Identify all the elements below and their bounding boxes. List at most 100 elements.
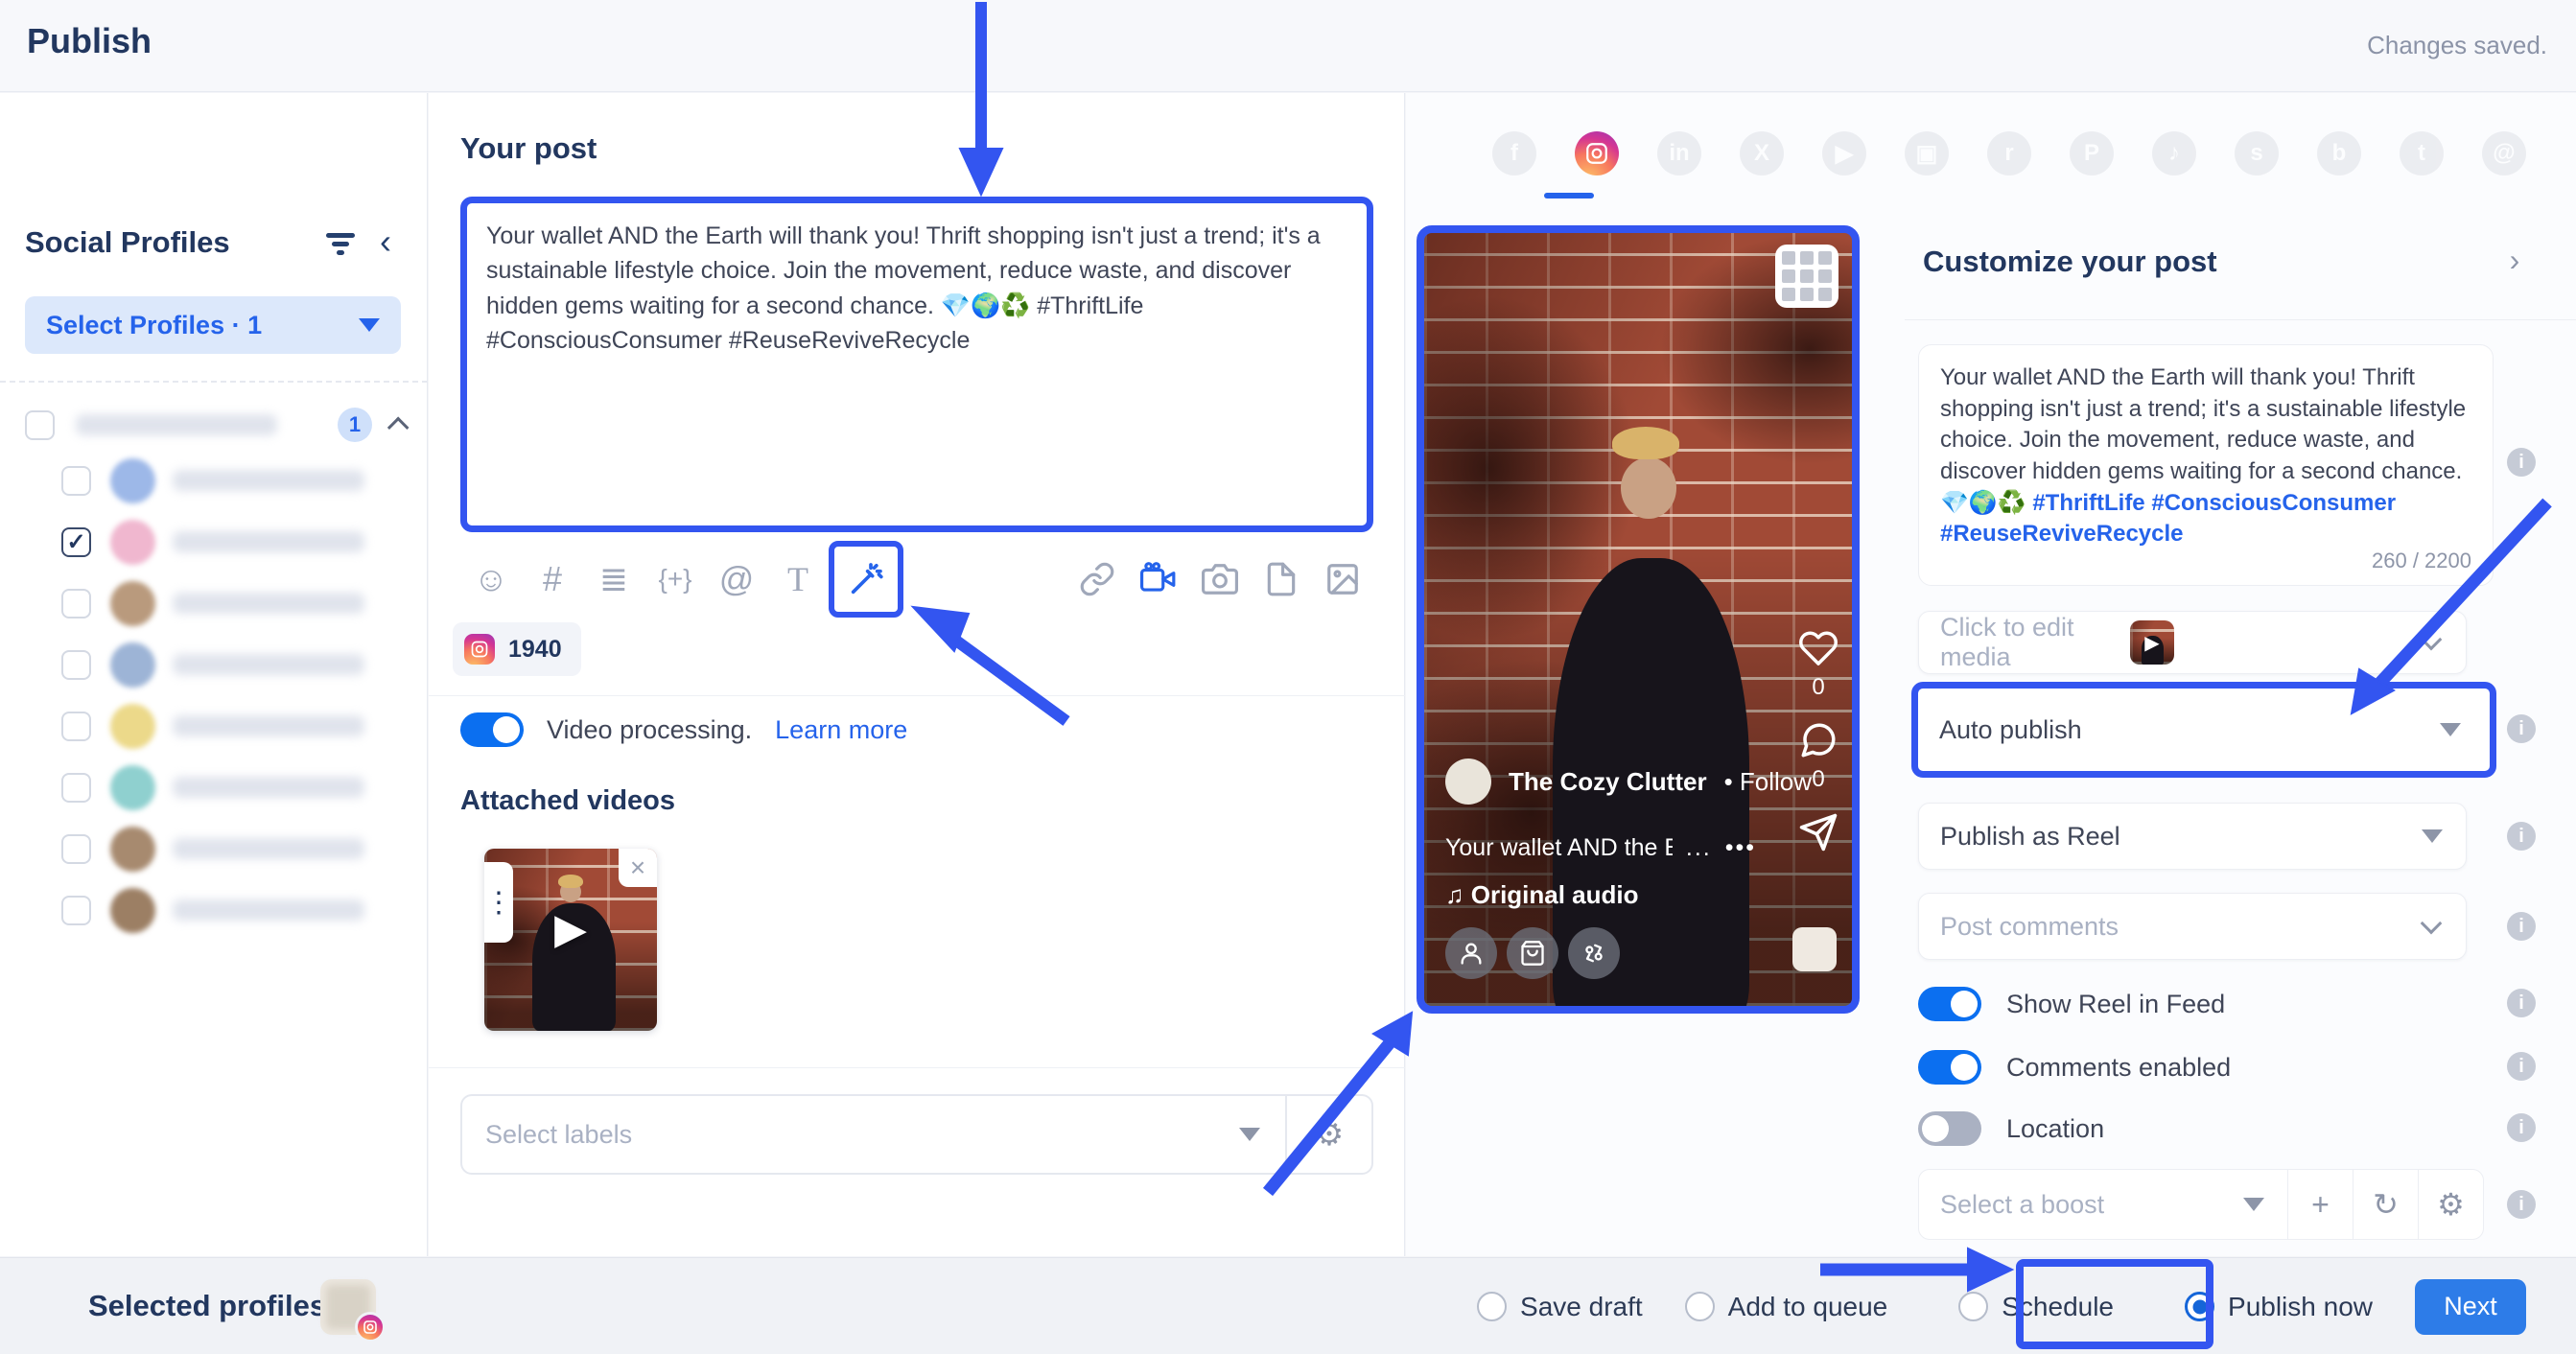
tab-reddit-icon[interactable]: r bbox=[1987, 131, 2031, 175]
save-draft-option[interactable]: Save draft bbox=[1477, 1292, 1643, 1322]
selected-profile-avatar[interactable] bbox=[320, 1279, 376, 1335]
play-icon[interactable]: ▶ bbox=[554, 904, 587, 953]
tab-tumblr-icon[interactable]: t bbox=[2400, 131, 2444, 175]
caption-ellipsis[interactable]: ... bbox=[1686, 834, 1712, 862]
learn-more-link[interactable]: Learn more bbox=[775, 715, 907, 745]
tab-facebook-icon[interactable]: f bbox=[1492, 131, 1536, 175]
profile-row[interactable]: ✓ bbox=[61, 879, 416, 941]
collapse-sidebar-icon[interactable]: ‹ bbox=[380, 222, 391, 262]
profile-checkbox[interactable]: ✓ bbox=[61, 773, 91, 803]
tab-snapchat-icon[interactable]: s bbox=[2235, 131, 2279, 175]
select-boost-placeholder[interactable]: Select a boost bbox=[1919, 1190, 2243, 1220]
avatar bbox=[110, 827, 155, 872]
social-profiles-sidebar: Social Profiles ‹ Select Profiles · 1 ✓ … bbox=[0, 93, 428, 1256]
snippet-icon[interactable]: ≣ bbox=[583, 549, 644, 610]
publish-as-reel-dropdown[interactable]: Publish as Reel bbox=[1918, 803, 2467, 870]
profile-row[interactable]: ✓ bbox=[61, 757, 416, 818]
select-profiles-dropdown[interactable]: Select Profiles · 1 bbox=[25, 296, 401, 354]
tab-x-icon[interactable]: X bbox=[1740, 131, 1784, 175]
profile-checkbox[interactable]: ✓ bbox=[61, 712, 91, 741]
tab-tiktok-icon[interactable]: ♪ bbox=[2152, 131, 2196, 175]
document-icon[interactable] bbox=[1251, 549, 1312, 610]
profile-checkbox[interactable]: ✓ bbox=[61, 589, 91, 619]
variable-icon[interactable]: {+} bbox=[644, 549, 706, 610]
attached-video-thumbnail[interactable]: ▶ × ⋮ bbox=[484, 849, 657, 1031]
mention-icon[interactable]: @ bbox=[706, 549, 767, 610]
more-menu-icon[interactable]: ••• bbox=[1725, 834, 1756, 862]
edit-media-dropdown[interactable]: Click to edit media ▶ bbox=[1918, 611, 2467, 674]
media-library-icon[interactable] bbox=[1312, 549, 1373, 610]
caption-textarea[interactable]: Your wallet AND the Earth will thank you… bbox=[467, 203, 1367, 373]
grid-view-icon[interactable] bbox=[1775, 245, 1838, 308]
sidebar-title: Social Profiles bbox=[25, 225, 230, 260]
profile-name-blurred bbox=[173, 654, 364, 675]
profile-row[interactable]: ✓ bbox=[61, 450, 416, 511]
group-count-badge: 1 bbox=[338, 408, 372, 442]
drag-handle-icon[interactable]: ⋮ bbox=[484, 862, 513, 943]
link-icon[interactable] bbox=[1066, 549, 1128, 610]
next-button[interactable]: Next bbox=[2415, 1279, 2526, 1335]
boost-settings-gear-icon[interactable]: ⚙ bbox=[2418, 1169, 2483, 1240]
profile-checkbox[interactable]: ✓ bbox=[61, 466, 91, 496]
reel-action-rail: 0 0 bbox=[1798, 628, 1838, 852]
profile-row[interactable]: ✓ bbox=[61, 695, 416, 757]
profile-row[interactable]: ✓ bbox=[61, 511, 416, 572]
publish-now-radio[interactable] bbox=[2185, 1292, 2214, 1321]
caption-snippet: Your wallet AND the Earth will bbox=[1445, 834, 1673, 862]
follow-button[interactable]: • Follow bbox=[1724, 767, 1812, 797]
profile-row[interactable]: ✓ bbox=[61, 634, 416, 695]
profile-checkbox[interactable]: ✓ bbox=[61, 650, 91, 680]
post-comments-dropdown[interactable]: Post comments bbox=[1918, 893, 2467, 960]
schedule-radio[interactable] bbox=[1958, 1292, 1988, 1321]
profile-checkbox[interactable]: ✓ bbox=[61, 896, 91, 925]
labels-settings-gear-icon[interactable]: ⚙ bbox=[1287, 1115, 1371, 1154]
tab-pinterest-icon[interactable]: P bbox=[2070, 131, 2114, 175]
tab-bluesky-icon[interactable]: b bbox=[2317, 131, 2361, 175]
filter-icon[interactable] bbox=[324, 233, 357, 258]
text-format-icon[interactable]: T bbox=[767, 549, 829, 610]
auto-publish-dropdown-highlight[interactable]: Auto publish bbox=[1911, 682, 2496, 778]
emoji-icon[interactable]: ☺ bbox=[460, 549, 522, 610]
customized-caption-box[interactable]: Your wallet AND the Earth will thank you… bbox=[1918, 344, 2494, 586]
ai-wand-icon-highlight[interactable] bbox=[829, 541, 903, 618]
magic-wand-icon bbox=[847, 560, 885, 598]
add-to-queue-radio[interactable] bbox=[1685, 1292, 1715, 1321]
tab-youtube-icon[interactable]: ▶ bbox=[1822, 131, 1866, 175]
profile-checkbox[interactable]: ✓ bbox=[61, 527, 91, 557]
schedule-option[interactable]: Schedule bbox=[1958, 1292, 2114, 1322]
video-processing-toggle[interactable] bbox=[460, 712, 524, 747]
profile-row[interactable]: ✓ bbox=[61, 572, 416, 634]
location-toggle[interactable] bbox=[1918, 1111, 1981, 1146]
group-checkbox[interactable]: ✓ bbox=[25, 410, 55, 440]
tab-linkedin-icon[interactable]: in bbox=[1657, 131, 1701, 175]
camera-icon[interactable] bbox=[1189, 549, 1251, 610]
media-thumbnail[interactable]: ▶ bbox=[2130, 620, 2174, 665]
collapse-customize-icon[interactable]: › bbox=[2494, 239, 2536, 281]
profile-group-row[interactable]: ✓ 1 bbox=[25, 404, 409, 446]
profile-row[interactable]: ✓ bbox=[61, 818, 416, 879]
share-icon bbox=[1798, 812, 1838, 852]
hashtag-icon[interactable]: # bbox=[522, 549, 583, 610]
show-reel-in-feed-toggle[interactable] bbox=[1918, 987, 1981, 1021]
video-icon[interactable] bbox=[1128, 549, 1189, 610]
profile-checkbox[interactable]: ✓ bbox=[61, 834, 91, 864]
publish-now-label: Publish now bbox=[2228, 1292, 2373, 1322]
remix-icon bbox=[1568, 927, 1620, 979]
add-to-queue-option[interactable]: Add to queue bbox=[1685, 1292, 1888, 1322]
instagram-icon bbox=[464, 634, 495, 665]
save-draft-label: Save draft bbox=[1520, 1292, 1643, 1322]
chevron-up-icon[interactable] bbox=[387, 417, 410, 439]
chevron-down-icon bbox=[2440, 723, 2461, 736]
publish-now-option[interactable]: Publish now bbox=[2185, 1292, 2373, 1322]
remove-video-icon[interactable]: × bbox=[619, 849, 657, 887]
info-icon: i bbox=[2507, 822, 2536, 851]
save-draft-radio[interactable] bbox=[1477, 1292, 1507, 1321]
add-boost-icon[interactable]: + bbox=[2287, 1169, 2353, 1240]
composer-toolbar: ☺ # ≣ {+} @ T bbox=[460, 542, 1373, 617]
tab-threads-icon[interactable]: @ bbox=[2482, 131, 2526, 175]
tab-instagram-icon[interactable] bbox=[1575, 131, 1619, 175]
select-labels-dropdown[interactable]: Select labels ⚙ bbox=[460, 1094, 1373, 1175]
refresh-boost-icon[interactable]: ↻ bbox=[2353, 1169, 2418, 1240]
tab-google-business-icon[interactable]: ▣ bbox=[1905, 131, 1949, 175]
comments-enabled-toggle[interactable] bbox=[1918, 1050, 1981, 1085]
